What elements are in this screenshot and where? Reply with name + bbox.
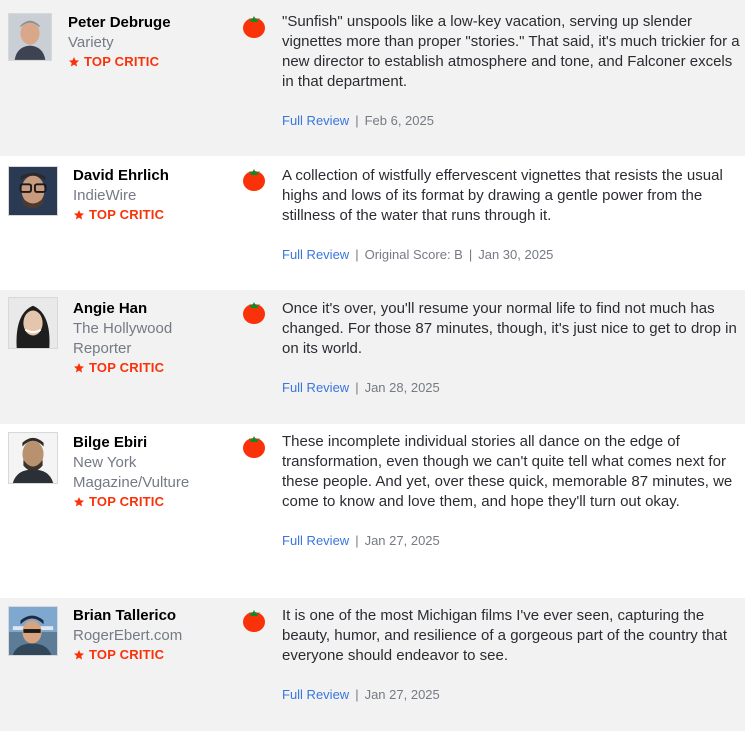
critic-avatar[interactable]: [8, 13, 52, 61]
critic-name[interactable]: Angie Han: [73, 299, 223, 319]
meta-separator: |: [355, 687, 359, 702]
critic-name[interactable]: Peter Debruge: [68, 13, 218, 33]
critic-publication[interactable]: IndieWire: [73, 186, 223, 206]
top-critic-badge: TOP CRITIC: [68, 53, 218, 71]
meta-separator: |: [468, 247, 473, 262]
meta-separator: |: [355, 533, 359, 548]
star-icon: [74, 210, 84, 220]
top-critic-badge: TOP CRITIC: [73, 646, 223, 664]
critic-name[interactable]: Bilge Ebiri: [73, 433, 223, 453]
review-meta: Full Review | Original Score: B | Jan 30, 20…: [282, 246, 742, 264]
top-critic-badge: TOP CRITIC: [73, 359, 223, 377]
critic-name[interactable]: Brian Tallerico: [73, 606, 223, 626]
meta-separator: |: [355, 113, 359, 128]
star-icon: [74, 363, 84, 373]
full-review-link[interactable]: Full Review: [282, 533, 349, 548]
review-date: Jan 27, 2025: [364, 533, 440, 548]
review-meta: Full Review | Jan 27, 2025: [282, 532, 742, 550]
critic-publication[interactable]: New York Magazine/Vulture: [73, 453, 223, 493]
review-meta: Full Review | Jan 27, 2025: [282, 686, 742, 704]
critic-publication[interactable]: Variety: [68, 33, 218, 53]
review-meta: Full Review | Feb 6, 2025: [282, 112, 742, 130]
fresh-tomato-icon: [243, 610, 265, 632]
review-date: Jan 28, 2025: [364, 380, 440, 395]
review-meta: Full Review | Jan 28, 2025: [282, 379, 742, 397]
review-quote: "Sunfish" unspools like a low-key vacati…: [282, 13, 740, 90]
meta-separator: |: [355, 380, 359, 395]
review-quote: A collection of wistfully effervescent v…: [282, 167, 723, 224]
star-icon: [74, 650, 84, 660]
review-row: Peter Debruge Variety TOP CRITIC "Sunfis…: [0, 0, 745, 156]
review-row: Brian Tallerico RogerEbert.com TOP CRITI…: [0, 598, 745, 731]
critic-avatar[interactable]: [8, 432, 58, 484]
review-date: Jan 27, 2025: [364, 687, 440, 702]
top-critic-label: TOP CRITIC: [89, 494, 165, 509]
review-quote: Once it's over, you'll resume your norma…: [282, 300, 737, 357]
review-row: David Ehrlich IndieWire TOP CRITIC A col…: [0, 156, 745, 290]
critic-publication[interactable]: The Hollywood Reporter: [73, 319, 223, 359]
full-review-link[interactable]: Full Review: [282, 380, 349, 395]
full-review-link[interactable]: Full Review: [282, 247, 349, 262]
critic-avatar[interactable]: [8, 606, 58, 656]
top-critic-badge: TOP CRITIC: [73, 206, 223, 224]
review-quote: It is one of the most Michigan films I'v…: [282, 607, 727, 664]
critic-name[interactable]: David Ehrlich: [73, 166, 223, 186]
top-critic-label: TOP CRITIC: [89, 207, 165, 222]
top-critic-badge: TOP CRITIC: [73, 493, 223, 511]
fresh-tomato-icon: [243, 16, 265, 38]
critic-publication[interactable]: RogerEbert.com: [73, 626, 223, 646]
fresh-tomato-icon: [243, 302, 265, 324]
critic-avatar[interactable]: [8, 166, 58, 216]
top-critic-label: TOP CRITIC: [89, 647, 165, 662]
fresh-tomato-icon: [243, 436, 265, 458]
top-critic-label: TOP CRITIC: [89, 360, 165, 375]
top-critic-label: TOP CRITIC: [84, 54, 160, 69]
star-icon: [69, 57, 79, 67]
critic-avatar[interactable]: [8, 297, 58, 349]
critic-review-list: Peter Debruge Variety TOP CRITIC "Sunfis…: [0, 0, 749, 731]
fresh-tomato-icon: [243, 169, 265, 191]
star-icon: [74, 497, 84, 507]
meta-separator: |: [355, 247, 359, 262]
full-review-link[interactable]: Full Review: [282, 113, 349, 128]
full-review-link[interactable]: Full Review: [282, 687, 349, 702]
review-quote: These incomplete individual stories all …: [282, 433, 733, 510]
review-date: Jan 30, 2025: [478, 247, 554, 262]
original-score: Original Score: B: [364, 247, 463, 262]
review-row: Angie Han The Hollywood Reporter TOP CRI…: [0, 290, 745, 424]
review-date: Feb 6, 2025: [364, 113, 434, 128]
review-row: Bilge Ebiri New York Magazine/Vulture TO…: [0, 424, 745, 598]
